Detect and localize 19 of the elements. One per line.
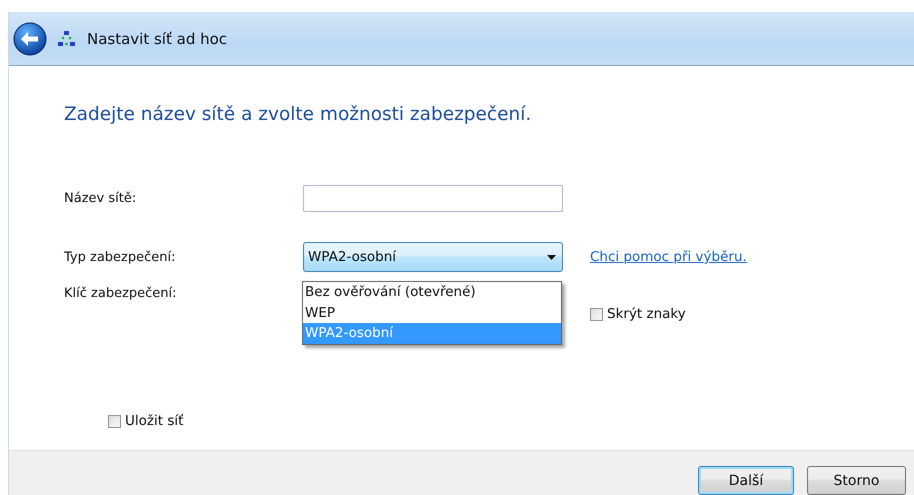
security-type-dropdown[interactable]: WPA2-osobní [303,242,563,272]
checkbox[interactable] [590,308,603,320]
back-icon[interactable] [13,22,47,56]
dropdown-option[interactable]: WEP [303,302,561,323]
checkbox-label: Skrýt znaky [607,306,686,322]
network-name-field[interactable] [303,184,563,212]
window-title: Nastavit síť ad hoc [87,30,228,48]
field-label: Typ zabezpečení: [64,250,176,264]
network-icon [57,30,77,48]
dropdown-option[interactable]: Bez ověřování (otevřené) [303,282,561,302]
next-button[interactable]: Další [698,466,794,495]
checkbox-label: Uložit síť [125,413,184,429]
caret-icon [547,254,556,260]
field-label: Název sítě: [64,190,138,206]
cancel-button[interactable]: Storno [807,466,906,495]
field-label: Klíč zabezpečení: [64,286,178,300]
page-heading: Zadejte název sítě a zvolte možnosti zabezpečení. [64,104,532,125]
checkbox[interactable] [108,414,121,428]
help-link[interactable]: Chci pomoc při výběru. [590,249,914,265]
